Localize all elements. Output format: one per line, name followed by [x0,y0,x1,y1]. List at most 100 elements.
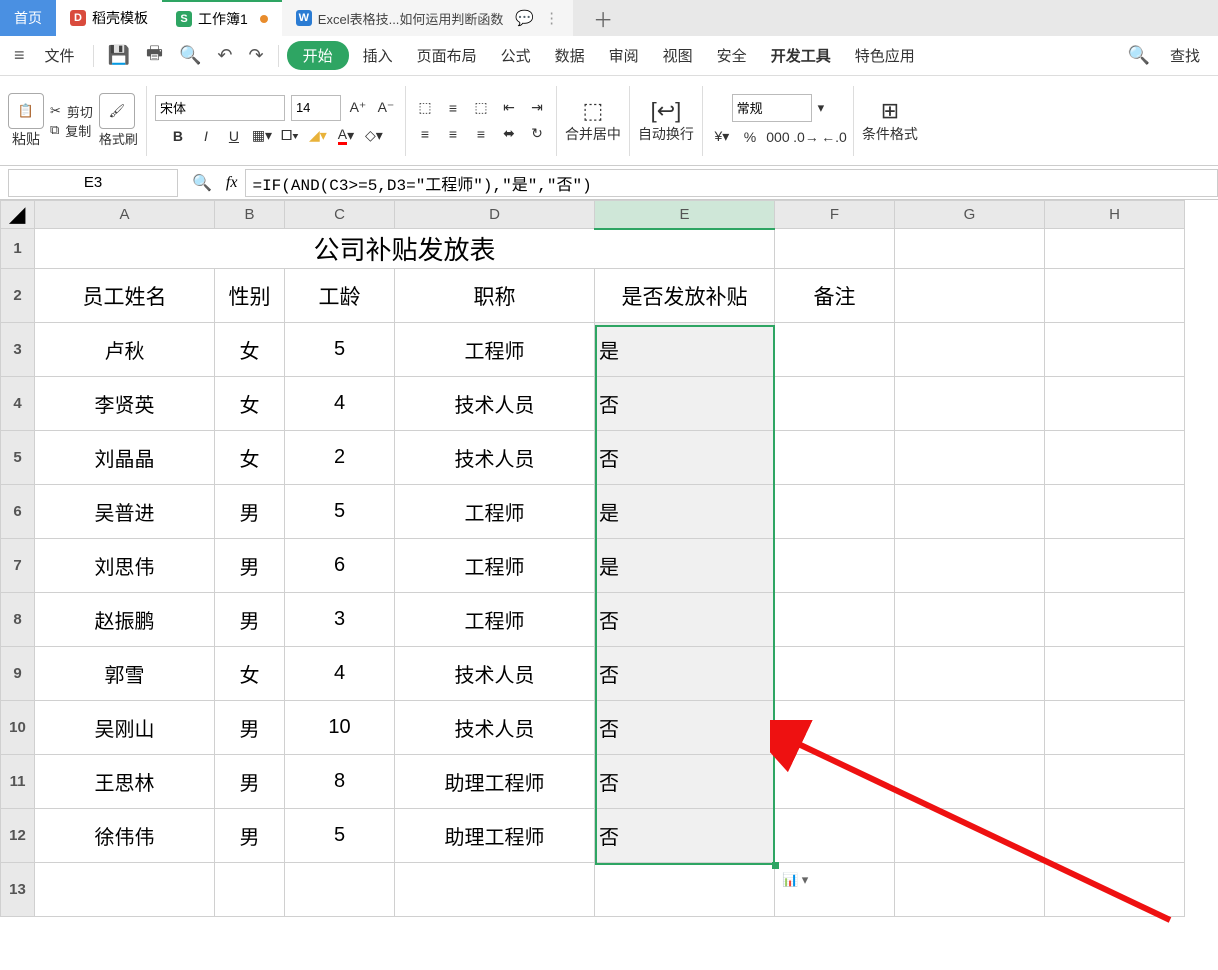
indent-inc-icon[interactable]: ⇥ [526,97,548,119]
font-grow-icon[interactable]: A⁺ [347,97,369,119]
cell-F3[interactable] [775,323,895,377]
highlight-button[interactable]: ◢▾ [307,125,329,147]
format-painter-button[interactable]: 🖌 [99,93,135,129]
cell-C5[interactable]: 2 [285,431,395,485]
cell-B4[interactable]: 女 [215,377,285,431]
formula-input[interactable] [245,169,1218,197]
cell-D12[interactable]: 助理工程师 [395,809,595,863]
underline-button[interactable]: U [223,125,245,147]
menu-insert[interactable]: 插入 [353,41,403,70]
cell-D3[interactable]: 工程师 [395,323,595,377]
cell-A2[interactable]: 员工姓名 [35,269,215,323]
cell-F6[interactable] [775,485,895,539]
menu-find[interactable]: 查找 [1160,41,1210,70]
font-shrink-icon[interactable]: A⁻ [375,97,397,119]
cell-B11[interactable]: 男 [215,755,285,809]
colhdr-H[interactable]: H [1045,201,1185,229]
cell-E9[interactable]: 否 [595,647,775,701]
cell-D5[interactable]: 技术人员 [395,431,595,485]
number-format-select[interactable] [732,94,812,122]
rowhdr-3[interactable]: 3 [1,323,35,377]
cell-C7[interactable]: 6 [285,539,395,593]
border-button[interactable]: ▦▾ [251,125,273,147]
align-center-icon[interactable]: ≡ [442,123,464,145]
menu-formula[interactable]: 公式 [491,41,541,70]
colhdr-D[interactable]: D [395,201,595,229]
wrap-text-button[interactable]: [↩] 自动换行 [638,98,694,144]
cell-A11[interactable]: 王思林 [35,755,215,809]
cond-format-button[interactable]: ⊞ 条件格式 [862,98,918,144]
cell-D10[interactable]: 技术人员 [395,701,595,755]
cell-B6[interactable]: 男 [215,485,285,539]
orientation-icon[interactable]: ↻ [526,123,548,145]
cell-C12[interactable]: 5 [285,809,395,863]
redo-icon[interactable]: ↷ [242,41,269,70]
cell-B12[interactable]: 男 [215,809,285,863]
cell-E8[interactable]: 否 [595,593,775,647]
menu-file[interactable]: 文件 [35,41,85,70]
menu-layout[interactable]: 页面布局 [407,41,487,70]
colhdr-B[interactable]: B [215,201,285,229]
fill-color-button[interactable]: 🞐▾ [279,125,301,147]
tab-docx[interactable]: D 稻壳模板 [56,0,162,36]
rowhdr-1[interactable]: 1 [1,229,35,269]
align-right-icon[interactable]: ≡ [470,123,492,145]
tab-add-button[interactable]: ＋ [573,4,633,33]
cell-title[interactable]: 公司补贴发放表 [35,229,775,269]
cell-C8[interactable]: 3 [285,593,395,647]
align-mid-icon[interactable]: ≡ [442,97,464,119]
cell-C4[interactable]: 4 [285,377,395,431]
print-icon[interactable]: 🖶 [140,37,169,75]
cell-A9[interactable]: 郭雪 [35,647,215,701]
dec-decimal-button[interactable]: ←.0 [823,126,845,148]
rowhdr-2[interactable]: 2 [1,269,35,323]
rowhdr-7[interactable]: 7 [1,539,35,593]
cell-C3[interactable]: 5 [285,323,395,377]
cell-E3[interactable]: 是 [595,323,775,377]
cell-D9[interactable]: 技术人员 [395,647,595,701]
spreadsheet-grid[interactable]: ◢ A B C D E F G H 1 公司补贴发放表 2 员工姓名 性别 工龄… [0,200,1218,917]
cell-B3[interactable]: 女 [215,323,285,377]
cell-C10[interactable]: 10 [285,701,395,755]
colhdr-A[interactable]: A [35,201,215,229]
align-bot-icon[interactable]: ⬚ [470,97,492,119]
cell-D6[interactable]: 工程师 [395,485,595,539]
name-box[interactable] [8,169,178,197]
cell-B8[interactable]: 男 [215,593,285,647]
cell-A3[interactable]: 卢秋 [35,323,215,377]
cell-F12[interactable] [775,809,895,863]
rowhdr-11[interactable]: 11 [1,755,35,809]
fx-icon[interactable]: fx [218,174,246,192]
indent-dec-icon[interactable]: ⇤ [498,97,520,119]
select-all-corner[interactable]: ◢ [1,201,35,229]
cell-A7[interactable]: 刘思伟 [35,539,215,593]
tab-sheet[interactable]: S 工作簿1 [162,0,282,36]
search-icon[interactable]: 🔍 [1122,41,1156,70]
save-icon[interactable]: 💾 [102,41,136,70]
cell-D2[interactable]: 职称 [395,269,595,323]
cell-F8[interactable] [775,593,895,647]
cell-A4[interactable]: 李贤英 [35,377,215,431]
cell-C6[interactable]: 5 [285,485,395,539]
cell-C11[interactable]: 8 [285,755,395,809]
cell-A5[interactable]: 刘晶晶 [35,431,215,485]
cell-C2[interactable]: 工龄 [285,269,395,323]
copy-button[interactable]: 复制 [65,121,91,140]
rowhdr-4[interactable]: 4 [1,377,35,431]
align-top-icon[interactable]: ⬚ [414,97,436,119]
cell-E5[interactable]: 否 [595,431,775,485]
italic-button[interactable]: I [195,125,217,147]
font-color-button[interactable]: A▾ [335,125,357,147]
selection-handle[interactable] [772,862,779,869]
cell-D7[interactable]: 工程师 [395,539,595,593]
cell-B9[interactable]: 女 [215,647,285,701]
rowhdr-9[interactable]: 9 [1,647,35,701]
cell-F5[interactable] [775,431,895,485]
colhdr-F[interactable]: F [775,201,895,229]
align-left-icon[interactable]: ≡ [414,123,436,145]
menu-start[interactable]: 开始 [287,41,349,70]
undo-icon[interactable]: ↶ [211,41,238,70]
paste-button[interactable]: 📋 [8,93,44,129]
cell-F10[interactable] [775,701,895,755]
font-size-select[interactable] [291,95,341,121]
